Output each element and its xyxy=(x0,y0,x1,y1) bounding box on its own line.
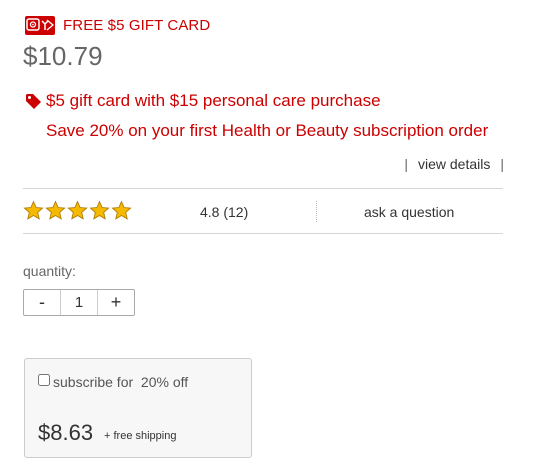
star-icon xyxy=(89,200,110,220)
subscribe-label[interactable]: subscribe for 20% off xyxy=(53,374,188,390)
view-details-row: | view details | xyxy=(404,156,504,172)
divider-bar: | xyxy=(404,156,408,172)
subscribe-checkbox[interactable] xyxy=(38,374,50,386)
decrease-quantity-button[interactable]: - xyxy=(24,290,60,315)
divider-bar: | xyxy=(500,156,504,172)
view-details-link[interactable]: view details xyxy=(418,156,490,172)
divider xyxy=(23,188,503,189)
star-icon xyxy=(67,200,88,220)
star-icon xyxy=(45,200,66,220)
ask-question-link[interactable]: ask a question xyxy=(364,204,454,220)
subscribe-price: $8.63 xyxy=(38,420,94,445)
quantity-stepper: - 1 + xyxy=(23,289,135,316)
promo-badge-text: FREE $5 GIFT CARD xyxy=(63,17,211,34)
subscription-offer-link[interactable]: Save 20% on your first Health or Beauty … xyxy=(46,120,496,141)
increase-quantity-button[interactable]: + xyxy=(98,290,134,315)
tag-icon xyxy=(25,93,42,110)
star-rating[interactable] xyxy=(23,200,132,222)
free-shipping-note: + free shipping xyxy=(104,430,177,442)
gift-card-icon xyxy=(25,16,55,35)
rating-value[interactable]: 4.8 (12) xyxy=(200,204,248,220)
gift-card-offer-link[interactable]: $5 gift card with $15 personal care purc… xyxy=(46,91,381,111)
star-icon xyxy=(111,200,132,220)
divider xyxy=(23,233,503,234)
product-price: $10.79 xyxy=(23,41,103,71)
rating-separator xyxy=(316,201,317,222)
quantity-input[interactable]: 1 xyxy=(60,290,98,315)
quantity-label: quantity: xyxy=(23,263,76,279)
star-icon xyxy=(23,200,44,220)
